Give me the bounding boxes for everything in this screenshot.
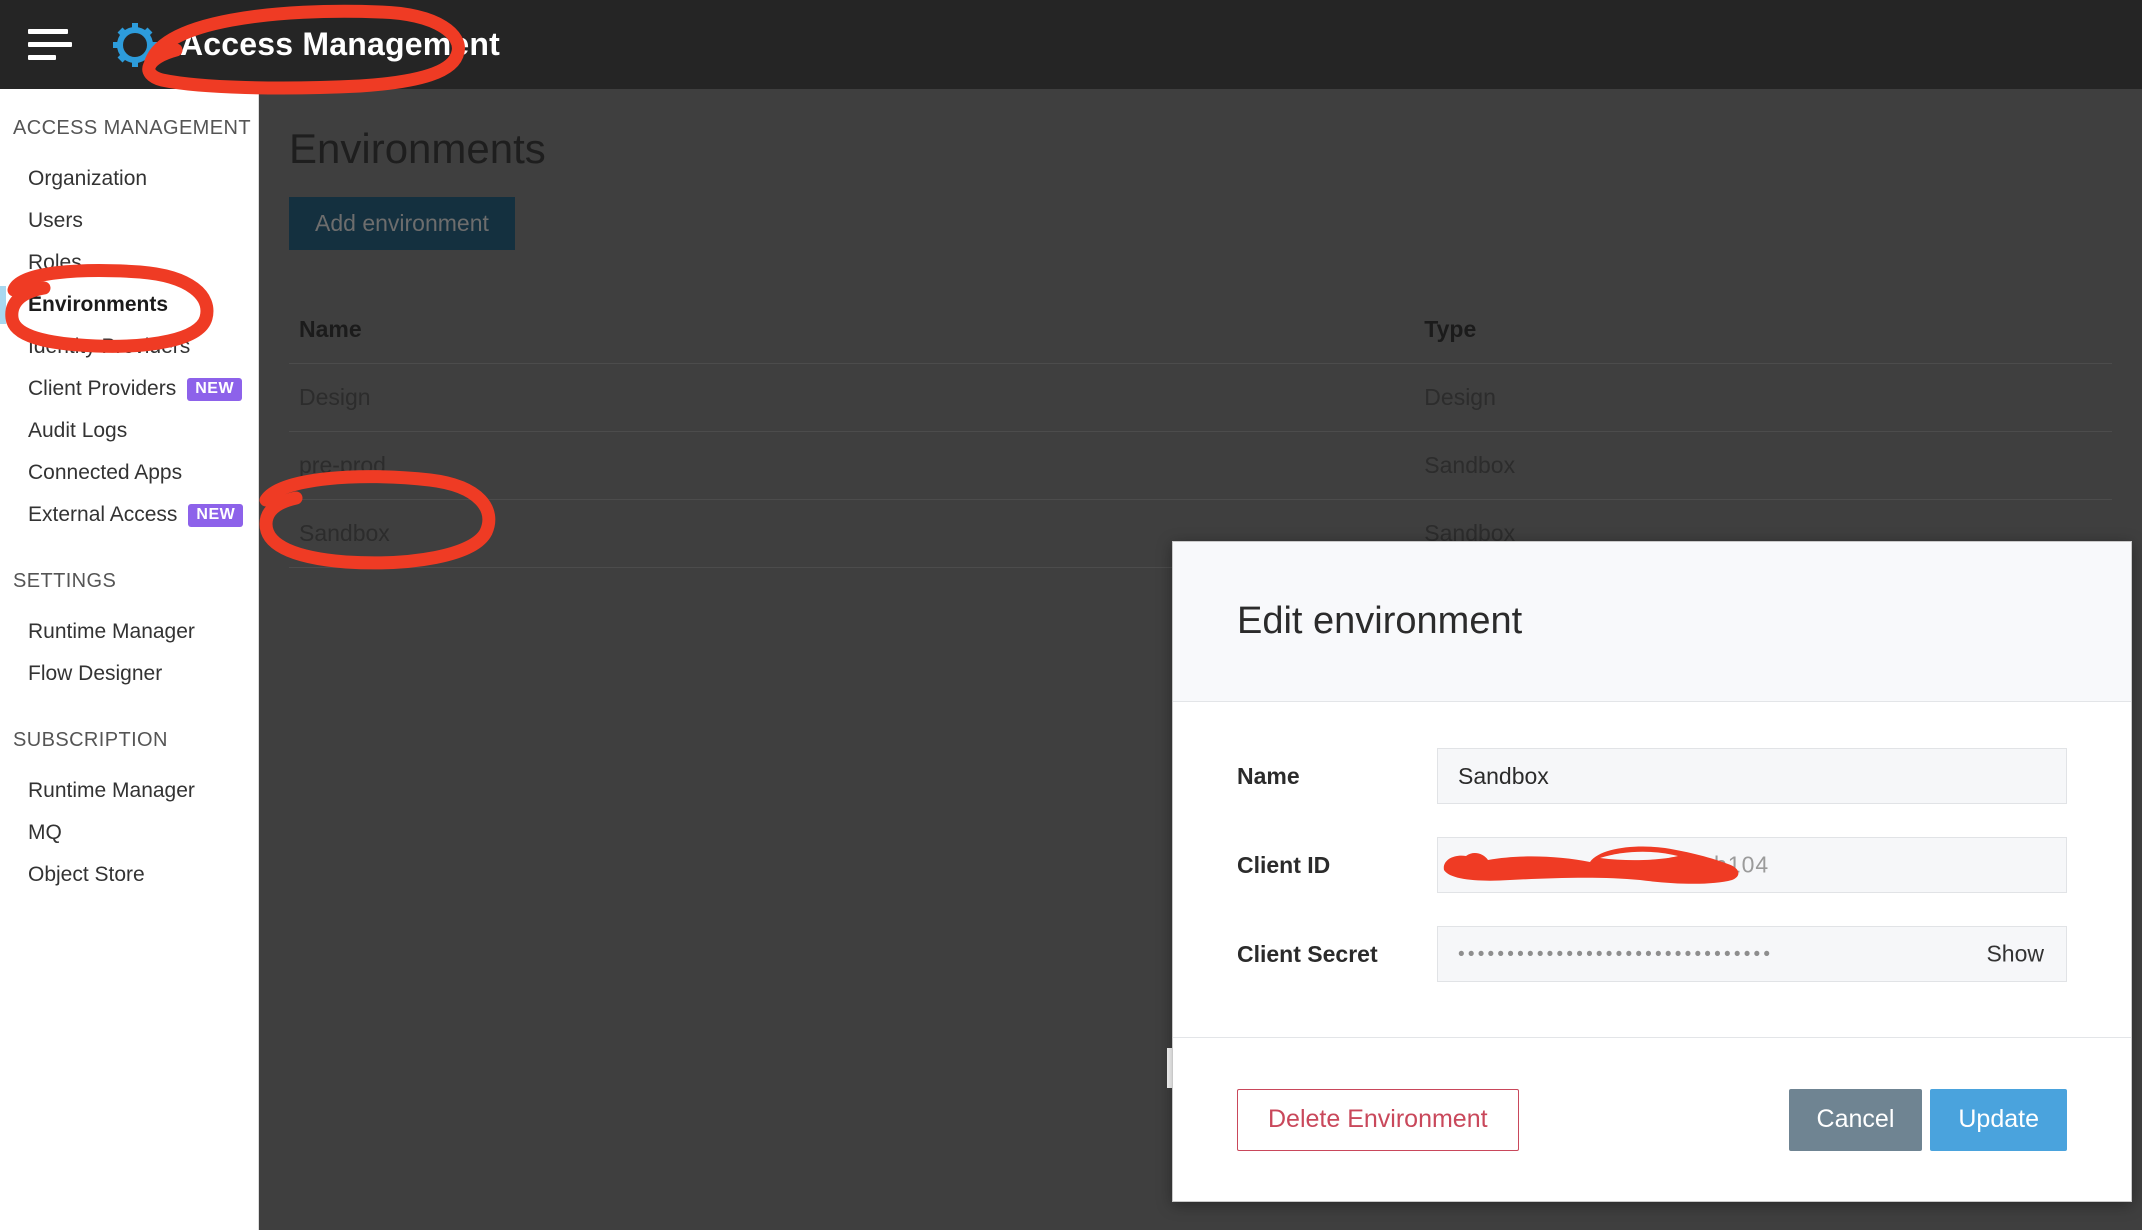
table-row[interactable]: Design Design <box>289 364 2112 432</box>
sidebar-item-connected-apps[interactable]: Connected Apps <box>0 452 258 494</box>
cell-environment-type: Design <box>1414 364 2112 432</box>
delete-environment-button[interactable]: Delete Environment <box>1237 1089 1519 1151</box>
sidebar-item-label: MQ <box>28 821 62 845</box>
sidebar-item-label: External Access <box>28 503 177 527</box>
sidebar-item-subscription-runtime-manager[interactable]: Runtime Manager <box>0 770 258 812</box>
modal-title: Edit environment <box>1237 600 1522 643</box>
client-secret-input[interactable]: •••••••••••••••••••••••••••••••• Show <box>1437 926 2067 982</box>
sidebar-item-settings-runtime-manager[interactable]: Runtime Manager <box>0 611 258 653</box>
sidebar-group-access-management: ACCESS MANAGEMENT Organization Users Rol… <box>0 117 258 536</box>
top-bar: Access Management <box>0 0 2142 89</box>
sidebar-group-settings: SETTINGS Runtime Manager Flow Designer <box>0 570 258 695</box>
sidebar-item-subscription-object-store[interactable]: Object Store <box>0 854 258 896</box>
sidebar-item-settings-flow-designer[interactable]: Flow Designer <box>0 653 258 695</box>
sidebar-item-identity-providers[interactable]: Identity Providers <box>0 326 258 368</box>
table-row[interactable]: pre-prod Sandbox <box>289 432 2112 500</box>
sidebar-section-title-settings: SETTINGS <box>0 570 258 593</box>
column-header-name[interactable]: Name <box>289 316 1414 364</box>
environments-table: Name Type Design Design pre-prod Sandbox… <box>289 316 2112 568</box>
sidebar-item-label: Users <box>28 209 83 233</box>
sidebar-item-label: Roles <box>28 251 82 275</box>
cancel-button[interactable]: Cancel <box>1789 1089 1923 1151</box>
form-row-name: Name Sandbox <box>1237 748 2067 804</box>
badge-new: NEW <box>188 504 243 527</box>
update-button[interactable]: Update <box>1930 1089 2067 1151</box>
sidebar-item-label: Connected Apps <box>28 461 182 485</box>
cell-environment-type: Sandbox <box>1414 432 2112 500</box>
sidebar-item-label: Flow Designer <box>28 662 162 686</box>
form-row-client-secret: Client Secret ••••••••••••••••••••••••••… <box>1237 926 2067 982</box>
sidebar-item-label: Object Store <box>28 863 145 887</box>
sidebar-section-title-subscription: SUBSCRIPTION <box>0 729 258 752</box>
label-client-secret: Client Secret <box>1237 941 1437 968</box>
sidebar-section-title-access-management: ACCESS MANAGEMENT <box>0 117 258 140</box>
hamburger-menu-icon[interactable] <box>28 25 72 65</box>
sidebar-item-organization[interactable]: Organization <box>0 158 258 200</box>
hamburger-line <box>28 55 56 60</box>
sidebar-item-label: Identity Providers <box>28 335 190 359</box>
client-id-input[interactable]: b104 <box>1437 837 2067 893</box>
sidebar-item-environments[interactable]: Environments <box>0 284 258 326</box>
cell-environment-name: Design <box>289 364 1414 432</box>
sidebar-item-client-providers[interactable]: Client Providers NEW <box>0 368 258 410</box>
gear-icon[interactable] <box>112 22 158 68</box>
sidebar: ACCESS MANAGEMENT Organization Users Rol… <box>0 89 259 1230</box>
sidebar-item-label: Environments <box>28 293 168 317</box>
table-body: Design Design pre-prod Sandbox Sandbox S… <box>289 364 2112 568</box>
table-head: Name Type <box>289 316 2112 364</box>
hamburger-line <box>28 42 72 47</box>
sidebar-item-label: Runtime Manager <box>28 620 195 644</box>
edit-environment-modal: Edit environment Name Sandbox Client ID … <box>1172 541 2132 1202</box>
form-row-client-id: Client ID b104 <box>1237 837 2067 893</box>
cell-environment-name: pre-prod <box>289 432 1414 500</box>
modal-body: Name Sandbox Client ID b104 Client Secre… <box>1173 702 2131 1037</box>
modal-footer: Delete Environment Cancel Update <box>1173 1037 2131 1201</box>
app-title: Access Management <box>180 26 500 63</box>
sidebar-item-roles[interactable]: Roles <box>0 242 258 284</box>
sidebar-item-label: Runtime Manager <box>28 779 195 803</box>
client-id-redaction-mark <box>1440 842 1750 888</box>
add-environment-button[interactable]: Add environment <box>289 197 515 250</box>
app-root: Access Management ACCESS MANAGEMENT Orga… <box>0 0 2142 1230</box>
sidebar-item-label: Audit Logs <box>28 419 127 443</box>
column-header-type[interactable]: Type <box>1414 316 2112 364</box>
table-header-row: Name Type <box>289 316 2112 364</box>
name-input-value: Sandbox <box>1458 763 1549 790</box>
name-input[interactable]: Sandbox <box>1437 748 2067 804</box>
sidebar-item-subscription-mq[interactable]: MQ <box>0 812 258 854</box>
label-name: Name <box>1237 763 1437 790</box>
badge-new: NEW <box>187 378 242 401</box>
client-id-visible-tail: b104 <box>1714 852 1769 879</box>
hamburger-line <box>28 29 68 34</box>
show-secret-link[interactable]: Show <box>1986 941 2044 968</box>
sidebar-item-label: Organization <box>28 167 147 191</box>
sidebar-item-audit-logs[interactable]: Audit Logs <box>0 410 258 452</box>
sidebar-item-external-access[interactable]: External Access NEW <box>0 494 258 536</box>
sidebar-group-subscription: SUBSCRIPTION Runtime Manager MQ Object S… <box>0 729 258 896</box>
label-client-id: Client ID <box>1237 852 1437 879</box>
page-title: Environments <box>289 125 2142 173</box>
client-secret-masked-value: •••••••••••••••••••••••••••••••• <box>1458 945 1773 964</box>
sidebar-item-users[interactable]: Users <box>0 200 258 242</box>
modal-header: Edit environment <box>1173 542 2131 702</box>
sidebar-item-label: Client Providers <box>28 377 176 401</box>
